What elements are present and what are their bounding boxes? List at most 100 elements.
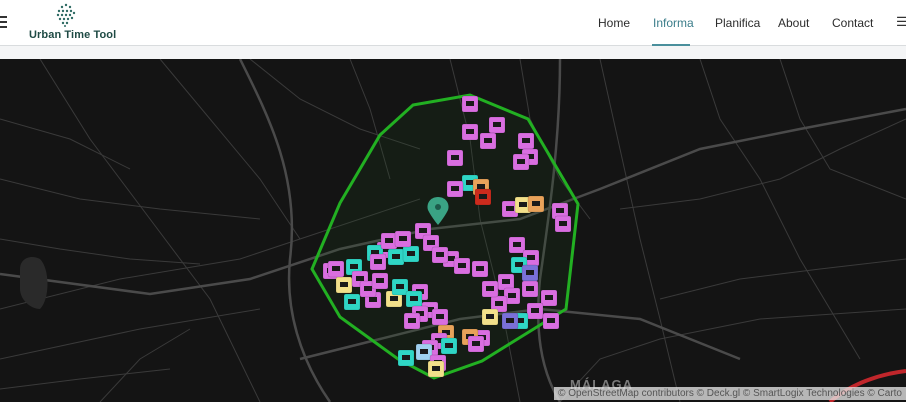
marker-glyph-icon — [495, 301, 503, 306]
poi-marker[interactable] — [521, 280, 539, 298]
poi-marker[interactable] — [497, 273, 515, 291]
poi-marker[interactable] — [479, 132, 497, 150]
marker-glyph-icon — [513, 242, 521, 247]
marker-glyph-icon — [466, 101, 474, 106]
poi-marker[interactable] — [431, 308, 449, 326]
poi-marker[interactable] — [415, 343, 433, 361]
marker-glyph-icon — [436, 314, 444, 319]
app-name: Urban Time Tool — [29, 29, 117, 41]
map-view[interactable]: MÁLAGA © OpenStreetMap contributors © De… — [0, 59, 906, 402]
poi-marker[interactable] — [403, 312, 421, 330]
poi-marker[interactable] — [369, 253, 387, 271]
poi-marker[interactable] — [517, 132, 535, 150]
poi-marker[interactable] — [446, 180, 464, 198]
poi-marker[interactable] — [471, 260, 489, 278]
poi-marker[interactable] — [371, 272, 389, 290]
marker-glyph-icon — [396, 284, 404, 289]
marker-glyph-icon — [472, 341, 480, 346]
poi-marker[interactable] — [327, 260, 345, 278]
nav-about[interactable]: About — [778, 16, 809, 30]
marker-glyph-icon — [410, 296, 418, 301]
poi-marker[interactable] — [405, 290, 423, 308]
poi-marker[interactable] — [343, 293, 361, 311]
poi-marker[interactable] — [446, 149, 464, 167]
marker-glyph-icon — [466, 129, 474, 134]
nav-informa[interactable]: Informa — [653, 16, 694, 30]
marker-glyph-icon — [526, 270, 534, 275]
poi-marker[interactable] — [397, 349, 415, 367]
marker-glyph-icon — [436, 252, 444, 257]
active-tab-indicator — [652, 44, 690, 46]
marker-glyph-icon — [419, 228, 427, 233]
poi-marker[interactable] — [508, 236, 526, 254]
poi-marker[interactable] — [467, 335, 485, 353]
poi-marker[interactable] — [540, 289, 558, 307]
map-canvas[interactable] — [0, 59, 906, 402]
nav-contact[interactable]: Contact — [832, 16, 873, 30]
poi-marker[interactable] — [521, 264, 539, 282]
pond-shape — [20, 257, 48, 309]
marker-glyph-icon — [547, 318, 555, 323]
marker-glyph-icon — [451, 186, 459, 191]
marker-glyph-icon — [506, 206, 514, 211]
poi-marker[interactable] — [461, 123, 479, 141]
poi-marker[interactable] — [402, 245, 420, 263]
filter-icon[interactable]: ☰ — [896, 14, 906, 30]
poi-marker[interactable] — [554, 215, 572, 233]
marker-glyph-icon — [527, 255, 535, 260]
poi-marker[interactable] — [335, 276, 353, 294]
marker-glyph-icon — [526, 286, 534, 291]
marker-glyph-icon — [519, 202, 527, 207]
nav-planifica[interactable]: Planifica — [715, 16, 760, 30]
marker-glyph-icon — [427, 240, 435, 245]
marker-glyph-icon — [356, 276, 364, 281]
poi-marker[interactable] — [474, 188, 492, 206]
menu-icon[interactable] — [0, 13, 10, 31]
poi-marker[interactable] — [526, 302, 544, 320]
app-logo[interactable]: Urban Time Tool — [29, 2, 116, 42]
marker-glyph-icon — [350, 264, 358, 269]
marker-glyph-icon — [374, 259, 382, 264]
marker-glyph-icon — [390, 296, 398, 301]
marker-glyph-icon — [486, 286, 494, 291]
poi-marker[interactable] — [542, 312, 560, 330]
marker-glyph-icon — [369, 297, 377, 302]
marker-glyph-icon — [493, 122, 501, 127]
marker-glyph-icon — [348, 299, 356, 304]
poi-marker[interactable] — [501, 312, 519, 330]
poi-marker[interactable] — [527, 195, 545, 213]
poi-marker[interactable] — [481, 280, 499, 298]
marker-glyph-icon — [531, 308, 539, 313]
marker-glyph-icon — [451, 155, 459, 160]
poi-marker[interactable] — [380, 232, 398, 250]
marker-glyph-icon — [458, 263, 466, 268]
marker-glyph-icon — [376, 278, 384, 283]
top-navbar: Urban Time Tool Home Informa Planifica A… — [0, 0, 906, 46]
poi-marker[interactable] — [394, 230, 412, 248]
poi-marker[interactable] — [431, 246, 449, 264]
marker-glyph-icon — [445, 343, 453, 348]
marker-glyph-icon — [559, 221, 567, 226]
poi-marker[interactable] — [461, 95, 479, 113]
poi-marker[interactable] — [453, 257, 471, 275]
nav-home[interactable]: Home — [598, 16, 630, 30]
marker-glyph-icon — [477, 184, 485, 189]
poi-marker[interactable] — [427, 360, 445, 378]
marker-glyph-icon — [476, 266, 484, 271]
marker-glyph-icon — [486, 314, 494, 319]
poi-marker[interactable] — [387, 248, 405, 266]
poi-marker[interactable] — [512, 153, 530, 171]
marker-glyph-icon — [545, 295, 553, 300]
poi-marker[interactable] — [488, 116, 506, 134]
marker-glyph-icon — [332, 266, 340, 271]
marker-glyph-icon — [522, 138, 530, 143]
marker-glyph-icon — [532, 201, 540, 206]
poi-marker[interactable] — [440, 337, 458, 355]
poi-marker[interactable] — [481, 308, 499, 326]
marker-glyph-icon — [420, 349, 428, 354]
marker-glyph-icon — [402, 355, 410, 360]
marker-glyph-icon — [407, 251, 415, 256]
logo-icon — [56, 3, 76, 27]
marker-glyph-icon — [399, 236, 407, 241]
poi-marker[interactable] — [391, 278, 409, 296]
